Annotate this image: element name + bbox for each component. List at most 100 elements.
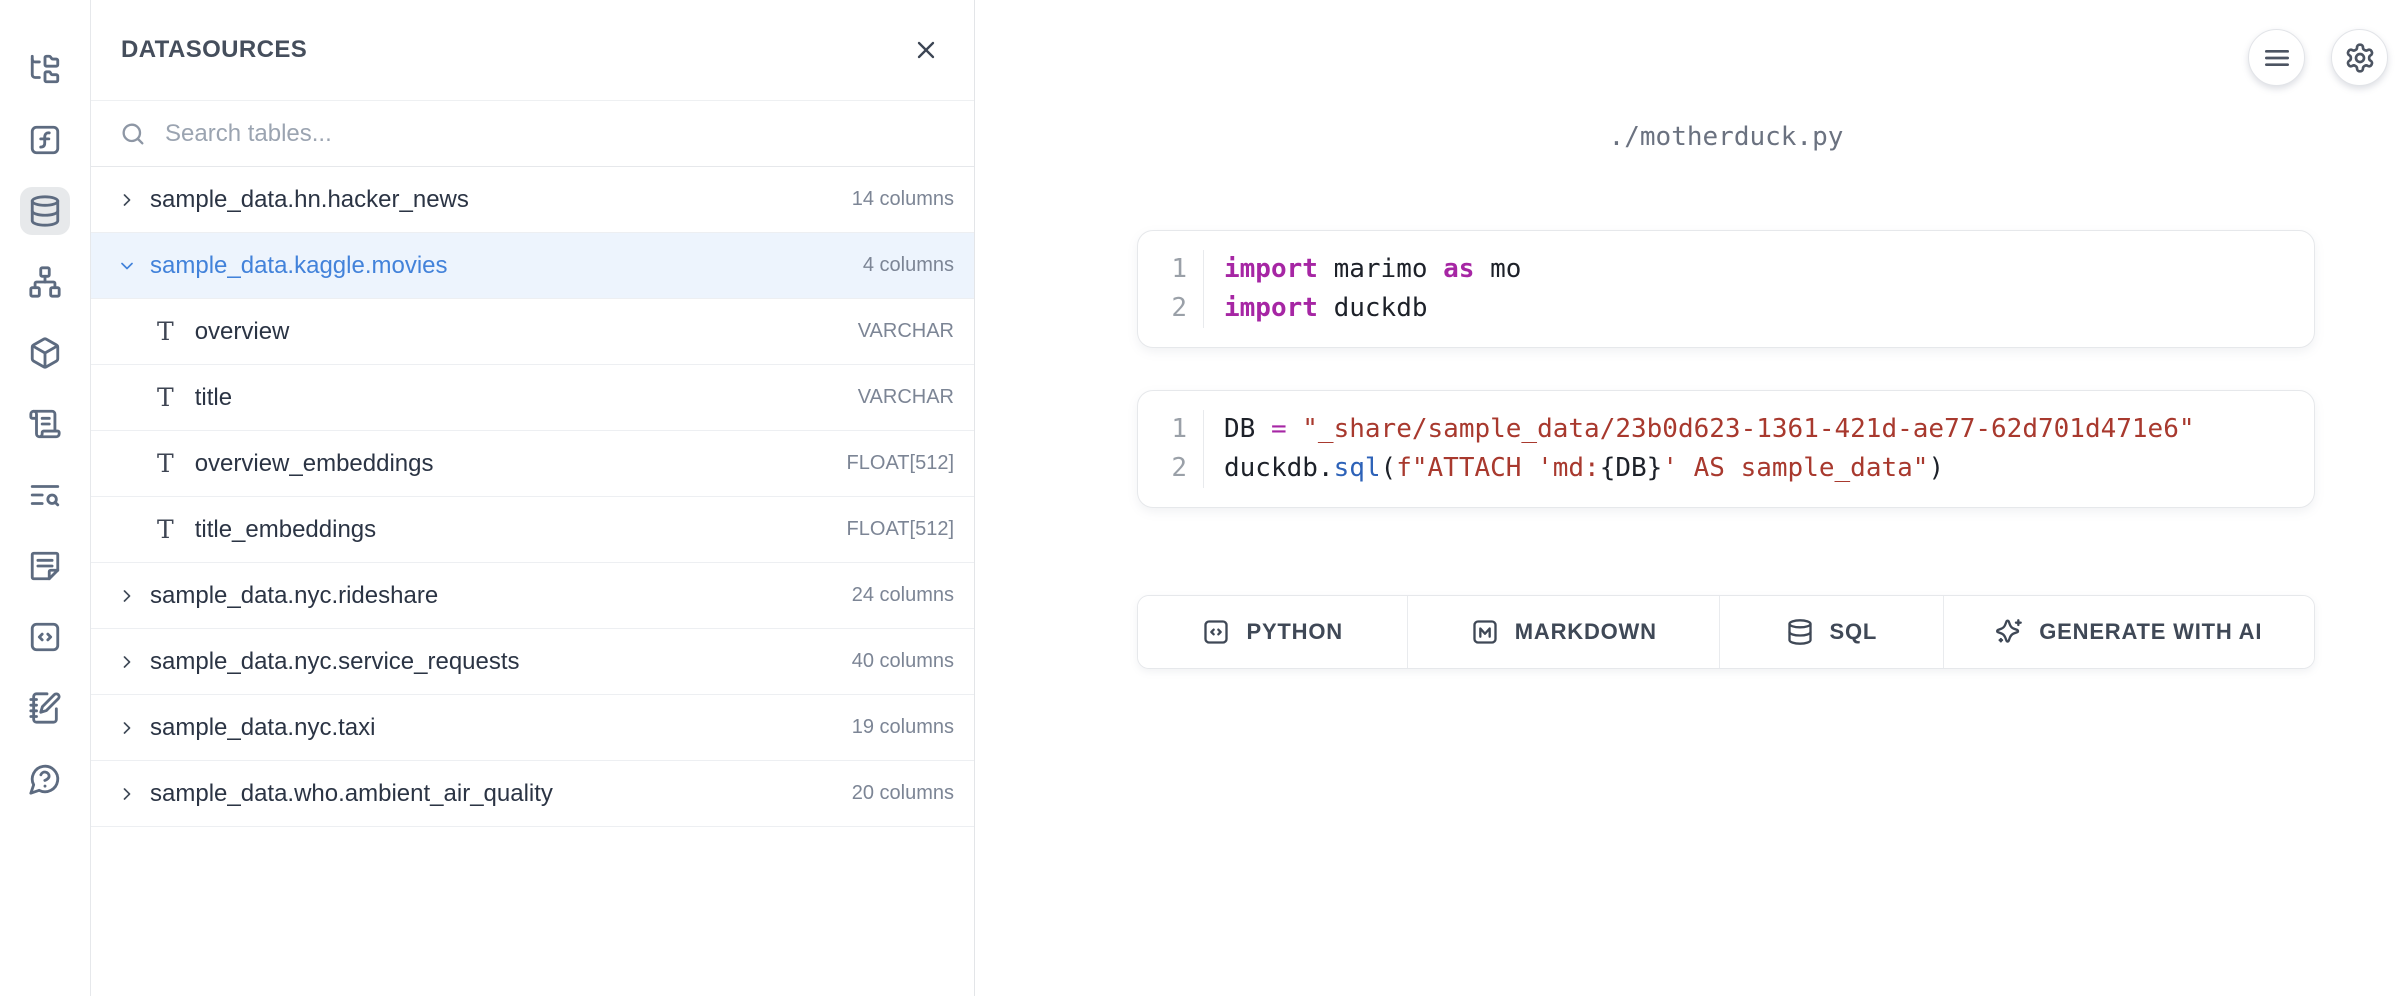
panel-header: DATASOURCES	[91, 0, 974, 101]
close-panel-button[interactable]	[908, 32, 944, 68]
scroll-text-icon	[28, 407, 62, 441]
column-row[interactable]: Toverview_embeddings FLOAT[512]	[91, 431, 974, 497]
sidebar-item-scratchpad[interactable]	[20, 684, 70, 732]
code-line: import duckdb	[1224, 289, 1521, 328]
add-cell-button-label: GENERATE WITH AI	[2039, 619, 2262, 645]
add-cell-sql-button[interactable]: SQL	[1720, 596, 1943, 668]
code-line: DB = "_share/sample_data/23b0d623-1361-4…	[1224, 410, 2195, 449]
type-text-icon: T	[157, 319, 174, 344]
column-row[interactable]: Ttitle VARCHAR	[91, 365, 974, 431]
marimo-app: DATASOURCES sample_data.hn.hacker_news14…	[0, 0, 2399, 996]
chevron-down-icon	[117, 256, 137, 276]
table-columns-count: 40 columns	[852, 650, 954, 673]
folder-tree-icon	[28, 52, 62, 86]
square-m-icon	[1471, 618, 1499, 646]
table-row[interactable]: sample_data.nyc.taxi 19 columns	[91, 695, 974, 761]
line-number: 2	[1138, 289, 1187, 328]
code-token: marimo	[1318, 254, 1443, 284]
table-name: sample_data.hn.hacker_news	[150, 186, 469, 214]
message-question-icon	[28, 762, 62, 796]
panel-title: DATASOURCES	[121, 36, 307, 64]
column-dtype: VARCHAR	[858, 320, 954, 343]
line-numbers: 12	[1138, 250, 1204, 328]
column-name: title_embeddings	[195, 516, 376, 544]
code-token	[1287, 414, 1303, 444]
sidebar-item-packages[interactable]	[20, 329, 70, 377]
chevron-right-icon	[117, 190, 137, 210]
sidebar-item-help[interactable]	[20, 755, 70, 803]
table-row[interactable]: sample_data.kaggle.movies 4 columns	[91, 233, 974, 299]
code-token: DB	[1224, 414, 1271, 444]
chevron-right-icon	[117, 784, 137, 804]
add-cell-python-button[interactable]: PYTHON	[1138, 596, 1408, 668]
add-cell-generate-with-ai-button[interactable]: GENERATE WITH AI	[1944, 596, 2314, 668]
code-token: mo	[1474, 254, 1521, 284]
notebook-filename[interactable]: ./motherduck.py	[1137, 122, 2315, 152]
column-dtype: VARCHAR	[858, 386, 954, 409]
notebook-main: ./motherduck.py 12import marimo as moimp…	[975, 0, 2399, 996]
column-name: overview_embeddings	[195, 450, 434, 478]
code-token: import	[1224, 293, 1318, 323]
add-cell-button-label: PYTHON	[1246, 619, 1342, 645]
sidebar-item-tracebacks[interactable]	[20, 471, 70, 519]
table-columns-count: 19 columns	[852, 716, 954, 739]
code-line: duckdb.sql(f"ATTACH 'md:{DB}' AS sample_…	[1224, 449, 2195, 488]
datasources-panel: DATASOURCES sample_data.hn.hacker_news14…	[91, 0, 975, 996]
column-row[interactable]: Ttitle_embeddingsFLOAT[512]	[91, 497, 974, 563]
box-icon	[28, 336, 62, 370]
activity-sidebar	[0, 0, 91, 996]
code-cell[interactable]: 12DB = "_share/sample_data/23b0d623-1361…	[1137, 390, 2315, 508]
type-text-icon: T	[157, 451, 174, 476]
chevron-right-icon	[117, 718, 137, 738]
table-name: sample_data.nyc.rideshare	[150, 582, 438, 610]
table-name: sample_data.nyc.service_requests	[150, 648, 520, 676]
sparkles-icon	[1995, 618, 2023, 646]
column-row[interactable]: ToverviewVARCHAR	[91, 299, 974, 365]
add-cell-button-label: MARKDOWN	[1515, 619, 1657, 645]
column-name: title	[195, 384, 232, 412]
code-token: {DB}	[1600, 453, 1663, 483]
sidebar-item-variables[interactable]	[20, 116, 70, 164]
sidebar-item-dependencies[interactable]	[20, 258, 70, 306]
code-token: =	[1271, 414, 1287, 444]
table-name: sample_data.nyc.taxi	[150, 714, 375, 742]
settings-button[interactable]	[2331, 29, 2388, 86]
code-line: import marimo as mo	[1224, 250, 1521, 289]
sidebar-item-logs[interactable]	[20, 400, 70, 448]
search-icon	[119, 120, 147, 148]
sidebar-item-snippets[interactable]	[20, 542, 70, 590]
table-row[interactable]: sample_data.nyc.service_requests 40 colum…	[91, 629, 974, 695]
close-icon	[912, 36, 940, 64]
cell-code[interactable]: DB = "_share/sample_data/23b0d623-1361-4…	[1204, 410, 2195, 488]
code-cell[interactable]: 12import marimo as moimport duckdb	[1137, 230, 2315, 348]
gear-icon	[2344, 42, 2376, 74]
sidebar-item-outline[interactable]	[20, 613, 70, 661]
add-cell-markdown-button[interactable]: MARKDOWN	[1408, 596, 1720, 668]
sidebar-item-file-explorer[interactable]	[20, 45, 70, 93]
cell-code[interactable]: import marimo as moimport duckdb	[1204, 250, 1521, 328]
code-token: duckdb.	[1224, 453, 1334, 483]
function-square-icon	[28, 123, 62, 157]
table-row[interactable]: sample_data.nyc.rideshare24 columns	[91, 563, 974, 629]
sticky-note-icon	[28, 549, 62, 583]
table-row[interactable]: sample_data.who.ambient_air_quality20 co…	[91, 761, 974, 827]
square-code-icon	[28, 620, 62, 654]
table-name: sample_data.kaggle.movies	[150, 252, 448, 280]
code-token: f"ATTACH 'md:	[1396, 453, 1600, 483]
line-number: 2	[1138, 449, 1187, 488]
type-text-icon: T	[157, 385, 174, 410]
code-token: as	[1443, 254, 1474, 284]
sidebar-item-datasources[interactable]	[20, 187, 70, 235]
code-token: duckdb	[1318, 293, 1428, 323]
database-icon	[28, 194, 62, 228]
cells-container: 12import marimo as moimport duckdb12DB =…	[1137, 230, 2315, 508]
table-name: sample_data.who.ambient_air_quality	[150, 780, 553, 808]
table-row[interactable]: sample_data.hn.hacker_news14 columns	[91, 167, 974, 233]
table-columns-count: 4 columns	[863, 254, 954, 277]
column-dtype: FLOAT[512]	[847, 452, 954, 475]
notebook-column: ./motherduck.py 12import marimo as moimp…	[1137, 0, 2315, 669]
code-token: import	[1224, 254, 1318, 284]
square-code-icon	[1202, 618, 1230, 646]
search-tables-input[interactable]	[165, 120, 946, 148]
tables-tree: sample_data.hn.hacker_news14 columnssamp…	[91, 167, 974, 996]
